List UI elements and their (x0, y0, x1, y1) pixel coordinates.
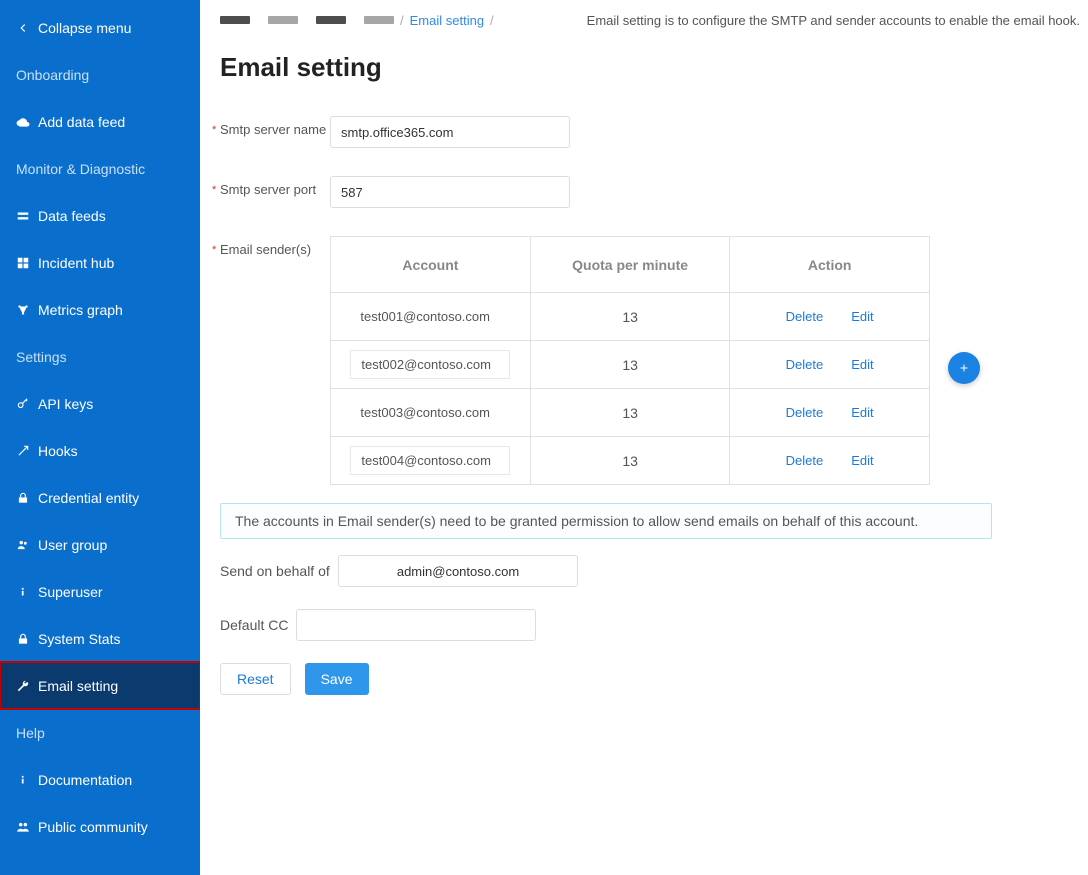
form-area: Smtp server name Smtp server port Email … (200, 101, 1088, 695)
th-account: Account (331, 237, 531, 293)
sidebar-item-label: Superuser (38, 584, 103, 600)
users-icon (16, 538, 38, 552)
sender-account[interactable]: test002@contoso.com (350, 350, 510, 379)
sidebar-item-label: Documentation (38, 772, 132, 788)
sidebar-item-label: Email setting (38, 678, 118, 694)
main: / Email setting / Email setting is to co… (200, 0, 1088, 875)
default-cc-label: Default CC (220, 617, 296, 633)
sidebar-item-label: Onboarding (16, 67, 89, 83)
graph-icon (16, 303, 38, 317)
lock-icon (16, 632, 38, 646)
breadcrumb: / Email setting / (220, 13, 494, 28)
breadcrumb-redacted (220, 16, 394, 24)
sidebar-item-hooks[interactable]: Hooks (0, 427, 200, 474)
sidebar-item-data-feeds[interactable]: Data feeds (0, 192, 200, 239)
sidebar-item-label: Incident hub (38, 255, 114, 271)
sender-quota: 13 (530, 437, 729, 485)
sidebar-item-label: Help (16, 725, 45, 741)
topbar: / Email setting / Email setting is to co… (200, 0, 1088, 30)
save-button[interactable]: Save (305, 663, 369, 695)
delete-link[interactable]: Delete (786, 453, 824, 468)
breadcrumb-sep: / (400, 13, 404, 28)
table-row: test002@contoso.com 13 Delete Edit (331, 341, 930, 389)
sidebar-item-label: Settings (16, 349, 67, 365)
lock-icon (16, 491, 38, 505)
sidebar-item-label: Metrics graph (38, 302, 123, 318)
sender-quota: 13 (530, 389, 729, 437)
smtp-name-input[interactable] (330, 116, 570, 148)
sender-quota: 13 (530, 341, 729, 389)
table-row: test004@contoso.com 13 Delete Edit (331, 437, 930, 485)
sidebar-item-superuser[interactable]: Superuser (0, 568, 200, 615)
senders-label: Email sender(s) (220, 236, 330, 257)
edit-link[interactable]: Edit (851, 453, 873, 468)
delete-link[interactable]: Delete (786, 405, 824, 420)
send-on-behalf-label: Send on behalf of (220, 563, 338, 579)
cloud-upload-icon (16, 115, 38, 129)
sidebar-item-label: Credential entity (38, 490, 139, 506)
sidebar-item-monitor-diagnostic: Monitor & Diagnostic (0, 145, 200, 192)
smtp-name-label: Smtp server name (220, 116, 330, 137)
sender-account[interactable]: test001@contoso.com (350, 303, 510, 330)
senders-permission-info: The accounts in Email sender(s) need to … (220, 503, 992, 539)
senders-table: Account Quota per minute Action test001@… (330, 236, 930, 485)
sender-account[interactable]: test003@contoso.com (350, 399, 510, 426)
page-title: Email setting (220, 52, 1068, 83)
sidebar-item-label: System Stats (38, 631, 120, 647)
sidebar-item-email-setting[interactable]: Email setting (0, 662, 200, 709)
edit-link[interactable]: Edit (851, 357, 873, 372)
sidebar-item-metrics-graph[interactable]: Metrics graph (0, 286, 200, 333)
sidebar-item-user-group[interactable]: User group (0, 521, 200, 568)
top-description: Email setting is to configure the SMTP a… (587, 13, 1080, 28)
sidebar-item-credential-entity[interactable]: Credential entity (0, 474, 200, 521)
default-cc-input[interactable] (296, 609, 536, 641)
breadcrumb-sep: / (490, 13, 494, 28)
sidebar-item-label: Data feeds (38, 208, 106, 224)
reset-button[interactable]: Reset (220, 663, 291, 695)
edit-link[interactable]: Edit (851, 405, 873, 420)
collapse-label: Collapse menu (38, 20, 131, 36)
sidebar-item-onboarding: Onboarding (0, 51, 200, 98)
table-row: test003@contoso.com 13 Delete Edit (331, 389, 930, 437)
collapse-menu[interactable]: Collapse menu (0, 4, 200, 51)
th-quota: Quota per minute (530, 237, 729, 293)
info-icon (16, 773, 38, 787)
delete-link[interactable]: Delete (786, 357, 824, 372)
sidebar-item-incident-hub[interactable]: Incident hub (0, 239, 200, 286)
sidebar-item-label: API keys (38, 396, 93, 412)
sidebar-item-api-keys[interactable]: API keys (0, 380, 200, 427)
edit-link[interactable]: Edit (851, 309, 873, 324)
smtp-port-label: Smtp server port (220, 176, 330, 197)
page-title-row: Email setting (200, 30, 1088, 101)
sidebar-item-settings: Settings (0, 333, 200, 380)
sender-quota: 13 (530, 293, 729, 341)
sidebar-item-label: User group (38, 537, 107, 553)
sidebar-item-label: Add data feed (38, 114, 125, 130)
sidebar-item-documentation[interactable]: Documentation (0, 756, 200, 803)
community-icon (16, 820, 38, 834)
sidebar-item-system-stats[interactable]: System Stats (0, 615, 200, 662)
sidebar-item-label: Hooks (38, 443, 78, 459)
sender-account[interactable]: test004@contoso.com (350, 446, 510, 475)
sidebar-item-help: Help (0, 709, 200, 756)
info-icon (16, 585, 38, 599)
add-sender-button[interactable] (948, 352, 980, 384)
wrench-icon (16, 679, 38, 693)
sidebar-item-public-community[interactable]: Public community (0, 803, 200, 850)
chevron-left-icon (16, 21, 38, 35)
data-icon (16, 209, 38, 223)
smtp-port-input[interactable] (330, 176, 570, 208)
send-on-behalf-input[interactable] (338, 555, 578, 587)
th-action: Action (730, 237, 930, 293)
sidebar-item-add-data-feed[interactable]: Add data feed (0, 98, 200, 145)
table-row: test001@contoso.com 13 Delete Edit (331, 293, 930, 341)
key-icon (16, 397, 38, 411)
incident-icon (16, 256, 38, 270)
sidebar-item-label: Public community (38, 819, 148, 835)
sidebar-item-label: Monitor & Diagnostic (16, 161, 145, 177)
hook-icon (16, 444, 38, 458)
sidebar: Collapse menu Onboarding Add data feed Mon… (0, 0, 200, 875)
delete-link[interactable]: Delete (786, 309, 824, 324)
breadcrumb-current[interactable]: Email setting (410, 13, 484, 28)
